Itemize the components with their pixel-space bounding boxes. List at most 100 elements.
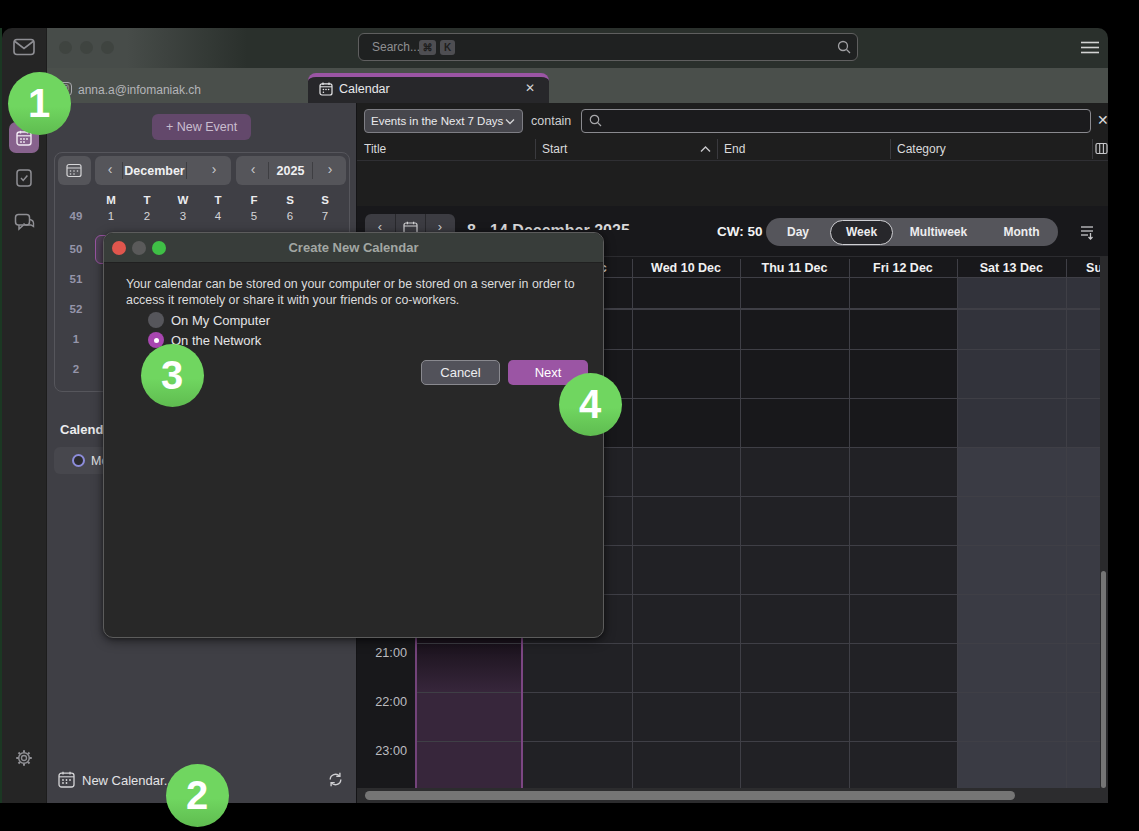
minical-month-sep2: [186, 162, 187, 179]
date-range-title: 8 - 14 December 2025: [467, 222, 630, 230]
traffic-light-minimize[interactable]: [80, 41, 93, 54]
day-column-offhours: [740, 278, 848, 447]
events-column-separator: [717, 139, 718, 159]
minical-day[interactable]: 1: [97, 210, 125, 222]
horizontal-scrollbar-thumb[interactable]: [365, 791, 1015, 800]
today-column-dusk: [415, 643, 523, 692]
calendar-tab-close-icon[interactable]: ✕: [525, 81, 535, 95]
minical-year-sep2: [312, 162, 313, 179]
minical-week-number: 1: [60, 333, 92, 345]
chevron-down-icon: [505, 118, 515, 125]
vertical-scrollbar-thumb[interactable]: [1101, 571, 1106, 788]
tasks-space-icon[interactable]: [15, 168, 33, 187]
day-header-label: Wed 10 Dec: [632, 261, 740, 275]
cancel-button[interactable]: Cancel: [421, 360, 500, 385]
events-column-header[interactable]: Start: [542, 142, 567, 156]
agenda-toggle-icon[interactable]: [1079, 224, 1095, 240]
day-column-offhours: [1066, 278, 1100, 447]
minical-week-number: 52: [60, 303, 92, 315]
tab-mail[interactable]: anna.a@infomaniak.ch: [78, 83, 201, 97]
radio-on-my-computer[interactable]: [148, 312, 164, 328]
search-icon: [837, 40, 851, 54]
dialog-body-line2: access it remotely or share it with your…: [126, 293, 459, 307]
settings-gear-icon[interactable]: [15, 749, 33, 767]
day-column-offhours: [957, 278, 1065, 447]
traffic-light-zoom[interactable]: [101, 41, 114, 54]
grid-hour-line: [415, 741, 1100, 742]
day-column-offhours: [849, 278, 957, 447]
view-pill-multiweek[interactable]: Multiweek: [894, 225, 984, 239]
grid-column-line: [849, 278, 850, 788]
annotation-circle-4: 4: [559, 373, 622, 436]
minical-grid-icon: [66, 163, 82, 178]
minical-week-number: 51: [60, 273, 92, 285]
day-header-gutter-corner: [1100, 256, 1108, 278]
sync-icon[interactable]: [327, 771, 344, 788]
calendar-tab-icon: [319, 82, 333, 96]
radio-on-the-network-dot: [154, 338, 159, 343]
mail-space-icon[interactable]: [13, 38, 35, 56]
minical-week-number: 49: [60, 210, 92, 222]
events-search-icon: [589, 114, 602, 127]
view-pill-month[interactable]: Month: [977, 225, 1067, 239]
annotation-circle-3: 3: [141, 344, 204, 407]
events-column-separator: [890, 139, 891, 159]
day-column-offhours: [632, 278, 740, 447]
traffic-light-close[interactable]: [59, 41, 72, 54]
annotation-circle-1: 1: [8, 72, 71, 135]
minical-dow: T: [204, 194, 232, 206]
minical-dow: S: [276, 194, 304, 206]
minical-day[interactable]: 3: [169, 210, 197, 222]
minical-day[interactable]: 5: [240, 210, 268, 222]
minical-day[interactable]: 7: [311, 210, 339, 222]
day-header-label: Sun 14 Dec: [1066, 261, 1100, 275]
day-header-label: Sat 13 Dec: [957, 261, 1065, 275]
grid-column-line: [632, 278, 633, 788]
global-search-placeholder: Search...: [372, 40, 420, 54]
events-column-separator: [535, 139, 536, 159]
day-header-separator: [957, 259, 958, 277]
app-menu-icon[interactable]: [1081, 41, 1099, 54]
minical-month-next[interactable]: ›: [204, 161, 224, 177]
grid-column-line: [1066, 278, 1067, 788]
minical-month-label: December: [123, 164, 186, 178]
minical-dow: S: [311, 194, 339, 206]
day-header-separator: [849, 259, 850, 277]
events-column-header[interactable]: Category: [897, 142, 946, 156]
minical-dow: W: [169, 194, 197, 206]
minical-week-number: 2: [60, 363, 92, 375]
minical-day[interactable]: 6: [276, 210, 304, 222]
day-header-separator: [632, 259, 633, 277]
day-header-separator: [740, 259, 741, 277]
minical-year-label: 2025: [269, 164, 312, 178]
grid-column-line: [740, 278, 741, 788]
chat-space-icon[interactable]: [14, 213, 35, 233]
time-label: 22:00: [357, 695, 407, 709]
minical-dow: F: [240, 194, 268, 206]
dialog-title: Create New Calendar: [104, 240, 603, 255]
day-header-label: Fri 12 Dec: [849, 261, 957, 275]
screen: { "window": {"traffic_lights": ["close",…: [0, 0, 1139, 831]
minical-dow: T: [133, 194, 161, 206]
today-column-evening: [415, 692, 523, 788]
minical-year-prev[interactable]: ‹: [243, 161, 263, 177]
filter-close-icon[interactable]: ✕: [1097, 112, 1109, 128]
annotation-circle-2: 2: [166, 764, 229, 827]
events-column-header[interactable]: End: [724, 142, 745, 156]
new-calendar-button[interactable]: New Calendar....: [82, 773, 178, 788]
minical-month-prev[interactable]: ‹: [100, 161, 120, 177]
shortcut-badge-cmd: ⌘: [419, 40, 436, 55]
calendar-color-ring[interactable]: [72, 454, 85, 467]
minical-day[interactable]: 2: [133, 210, 161, 222]
time-label: 23:00: [357, 744, 407, 758]
new-calendar-icon: [58, 771, 75, 788]
new-event-button[interactable]: + New Event: [152, 114, 251, 140]
minical-day[interactable]: 4: [204, 210, 232, 222]
events-search-input[interactable]: [581, 109, 1091, 133]
day-header-separator: [1066, 259, 1067, 277]
events-column-header[interactable]: Title: [364, 142, 386, 156]
minical-week-number: 50: [60, 243, 92, 255]
minical-dow: M: [97, 194, 125, 206]
column-picker-icon[interactable]: [1095, 142, 1108, 155]
minical-year-next[interactable]: ›: [320, 161, 340, 177]
